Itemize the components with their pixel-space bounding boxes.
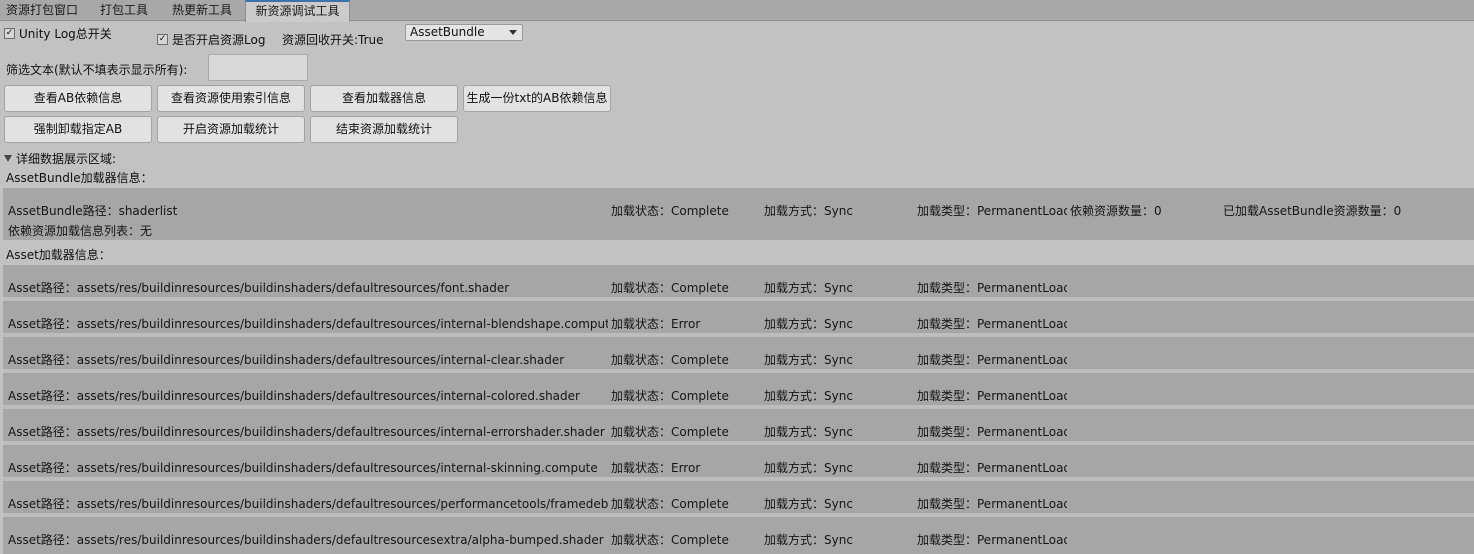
asset-path: Asset路径：assets/res/buildinresources/buil… xyxy=(8,497,608,511)
ab-dependency-count: 依赖资源数量：0 xyxy=(1070,204,1162,218)
loader-type-dropdown[interactable]: AssetBundle xyxy=(405,24,523,41)
asset-path: Asset路径：assets/res/buildinresources/buil… xyxy=(8,281,510,295)
tab-resource-debug-tools[interactable]: 新资源调试工具 xyxy=(245,0,350,22)
asset-load-type: 加载类型：PermanentLoad xyxy=(917,353,1067,367)
asset-loader-row: Asset路径：assets/res/buildinresources/buil… xyxy=(3,517,1474,554)
asset-path: Asset路径：assets/res/buildinresources/buil… xyxy=(8,353,565,367)
ab-dependency-list: 依赖资源加载信息列表：无 xyxy=(8,224,153,238)
asset-load-type: 加载类型：PermanentLoad xyxy=(917,389,1067,403)
asset-load-type: 加载类型：PermanentLoad xyxy=(917,497,1067,511)
asset-section-title: Asset加载器信息： xyxy=(6,248,111,262)
asset-load-state: 加载状态：Complete xyxy=(611,497,729,511)
foldout-expanded-icon[interactable] xyxy=(4,155,12,162)
stop-load-stats-button[interactable]: 结束资源加载统计 xyxy=(310,116,458,143)
resource-log-label: 是否开启资源Log xyxy=(172,33,266,47)
unity-log-toggle[interactable]: ✓ Unity Log总开关 xyxy=(4,25,112,42)
checkbox-checked-icon[interactable]: ✓ xyxy=(4,28,15,39)
asset-load-type: 加载类型：PermanentLoad xyxy=(917,317,1067,331)
asset-loader-row: Asset路径：assets/res/buildinresources/buil… xyxy=(3,445,1474,477)
asset-load-method: 加载方式：Sync xyxy=(764,281,853,295)
filter-label: 筛选文本(默认不填表示显示所有): xyxy=(6,63,188,77)
asset-load-state: 加载状态：Complete xyxy=(611,389,729,403)
asset-load-state: 加载状态：Error xyxy=(611,317,701,331)
ab-load-state: 加载状态：Complete xyxy=(611,204,729,218)
tab-pack-tools[interactable]: 打包工具 xyxy=(90,0,158,21)
details-foldout-label: 详细数据展示区域: xyxy=(16,152,117,166)
asset-load-method: 加载方式：Sync xyxy=(764,497,853,511)
ab-path: AssetBundle路径：shaderlist xyxy=(8,204,178,218)
resource-log-toggle[interactable]: ✓ 是否开启资源Log xyxy=(157,31,265,48)
asset-load-type: 加载类型：PermanentLoad xyxy=(917,281,1067,295)
asset-load-state: 加载状态：Complete xyxy=(611,353,729,367)
view-loader-info-button[interactable]: 查看加载器信息 xyxy=(310,85,458,112)
asset-loader-row: Asset路径：assets/res/buildinresources/buil… xyxy=(3,301,1474,333)
asset-load-method: 加载方式：Sync xyxy=(764,353,853,367)
asset-path: Asset路径：assets/res/buildinresources/buil… xyxy=(8,317,608,331)
asset-loader-row: Asset路径：assets/res/buildinresources/buil… xyxy=(3,481,1474,513)
ab-load-method: 加载方式：Sync xyxy=(764,204,853,218)
recycle-switch-label: 资源回收开关:True xyxy=(282,33,384,47)
asset-load-state: 加载状态：Complete xyxy=(611,533,729,547)
asset-load-method: 加载方式：Sync xyxy=(764,425,853,439)
force-unload-ab-button[interactable]: 强制卸载指定AB xyxy=(4,116,152,143)
asset-load-method: 加载方式：Sync xyxy=(764,317,853,331)
dropdown-value: AssetBundle xyxy=(410,25,485,39)
tab-bar: 资源打包窗口 打包工具 热更新工具 新资源调试工具 xyxy=(0,0,1474,22)
start-load-stats-button[interactable]: 开启资源加载统计 xyxy=(157,116,305,143)
asset-load-method: 加载方式：Sync xyxy=(764,389,853,403)
filter-input[interactable] xyxy=(208,54,308,81)
asset-loader-row: Asset路径：assets/res/buildinresources/buil… xyxy=(3,337,1474,369)
asset-path: Asset路径：assets/res/buildinresources/buil… xyxy=(8,533,604,547)
view-ab-dependency-button[interactable]: 查看AB依赖信息 xyxy=(4,85,152,112)
chevron-down-icon xyxy=(509,30,517,35)
asset-load-type: 加载类型：PermanentLoad xyxy=(917,425,1067,439)
ab-section-title: AssetBundle加载器信息： xyxy=(6,171,153,185)
asset-load-type: 加载类型：PermanentLoad xyxy=(917,533,1067,547)
tab-resource-pack-window[interactable]: 资源打包窗口 xyxy=(0,0,84,21)
details-foldout[interactable]: 详细数据展示区域: xyxy=(4,150,116,167)
tab-hotupdate-tools[interactable]: 热更新工具 xyxy=(162,0,242,21)
asset-path: Asset路径：assets/res/buildinresources/buil… xyxy=(8,461,598,475)
generate-ab-dependency-txt-button[interactable]: 生成一份txt的AB依赖信息 xyxy=(463,85,611,112)
asset-loader-row: Asset路径：assets/res/buildinresources/buil… xyxy=(3,373,1474,405)
asset-load-method: 加载方式：Sync xyxy=(764,533,853,547)
asset-path: Asset路径：assets/res/buildinresources/buil… xyxy=(8,389,580,403)
view-resource-usage-index-button[interactable]: 查看资源使用索引信息 xyxy=(157,85,305,112)
checkbox-checked-icon[interactable]: ✓ xyxy=(157,34,168,45)
asset-loader-row: Asset路径：assets/res/buildinresources/buil… xyxy=(3,265,1474,297)
asset-load-type: 加载类型：PermanentLoad xyxy=(917,461,1067,475)
asset-load-state: 加载状态：Complete xyxy=(611,281,729,295)
asset-loader-row: Asset路径：assets/res/buildinresources/buil… xyxy=(3,409,1474,441)
asset-load-method: 加载方式：Sync xyxy=(764,461,853,475)
unity-log-label: Unity Log总开关 xyxy=(19,27,112,41)
ab-loaded-asset-count: 已加载AssetBundle资源数量：0 xyxy=(1223,204,1402,218)
asset-load-state: 加载状态：Complete xyxy=(611,425,729,439)
asset-load-state: 加载状态：Error xyxy=(611,461,701,475)
ab-load-type: 加载类型：PermanentLoad xyxy=(917,204,1067,218)
asset-path: Asset路径：assets/res/buildinresources/buil… xyxy=(8,425,605,439)
ab-loader-panel: AssetBundle路径：shaderlist 加载状态：Complete 加… xyxy=(3,188,1474,240)
